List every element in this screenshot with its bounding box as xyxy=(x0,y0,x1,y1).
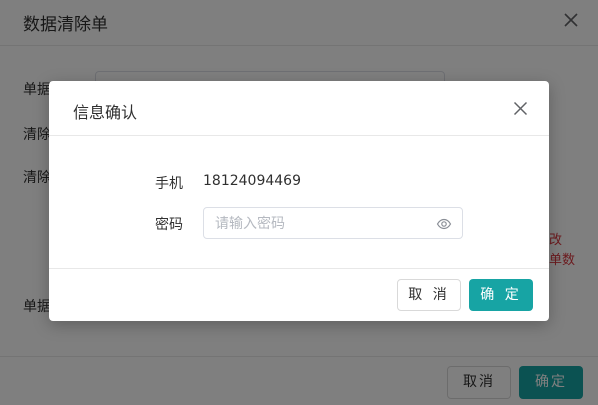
password-input[interactable] xyxy=(215,214,425,234)
cancel-button[interactable]: 取 消 xyxy=(397,279,461,311)
modal-header: 信息确认 xyxy=(49,81,549,136)
confirm-modal: 信息确认 手机 18124094469 密码 取 消 确 定 xyxy=(49,81,549,321)
eye-icon[interactable] xyxy=(436,216,452,232)
confirm-button[interactable]: 确 定 xyxy=(469,279,533,311)
phone-value: 18124094469 xyxy=(203,173,301,189)
close-icon[interactable] xyxy=(512,100,529,117)
phone-label: 手机 xyxy=(155,176,183,192)
password-label: 密码 xyxy=(155,217,183,233)
password-field[interactable] xyxy=(203,207,463,239)
modal-title: 信息确认 xyxy=(73,103,138,122)
